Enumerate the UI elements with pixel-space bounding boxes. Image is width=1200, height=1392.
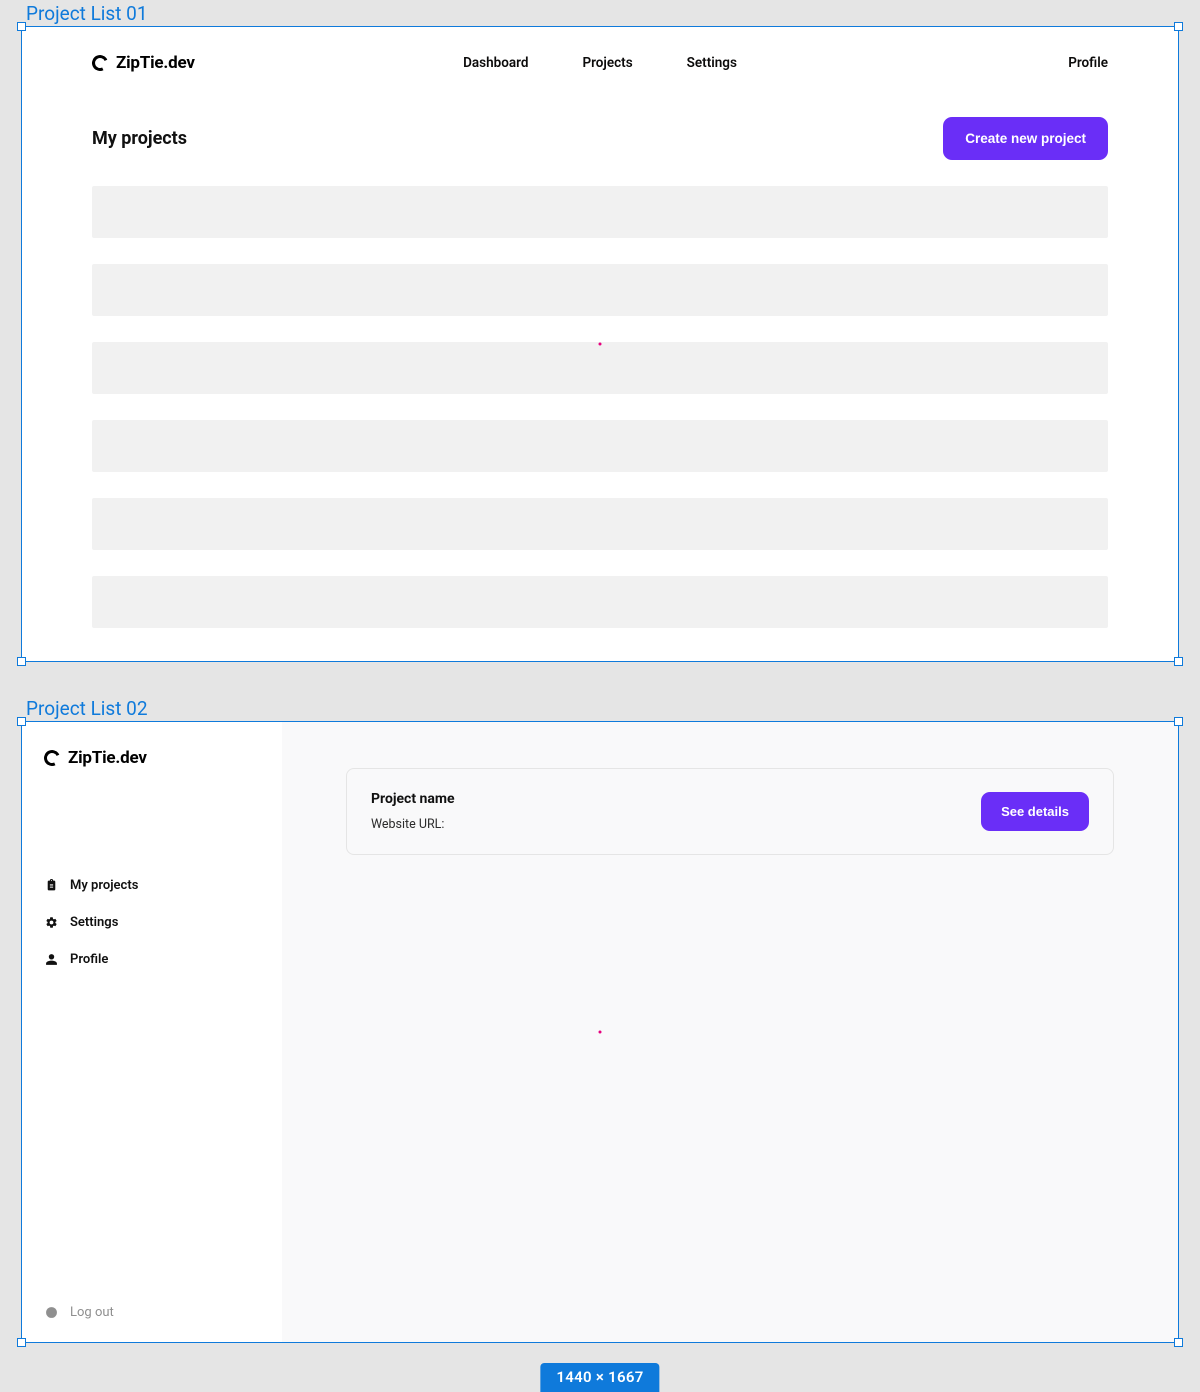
selection-handle-icon[interactable] xyxy=(17,717,26,726)
brand-logo[interactable]: ZipTie.dev xyxy=(44,748,260,768)
list-item xyxy=(92,264,1108,316)
sidebar-item-label: My projects xyxy=(70,878,138,893)
selection-handle-icon[interactable] xyxy=(1174,1338,1183,1347)
sidebar-item-profile[interactable]: Profile xyxy=(44,952,260,967)
brand-name: ZipTie.dev xyxy=(116,53,195,73)
main-content: Project name Website URL: See details xyxy=(282,722,1178,1342)
center-marker-icon xyxy=(599,1031,602,1034)
nav-profile[interactable]: Profile xyxy=(1068,55,1108,71)
artboard-label-2[interactable]: Project List 02 xyxy=(22,695,1200,722)
logout-label: Log out xyxy=(70,1305,114,1320)
list-item xyxy=(92,342,1108,394)
selection-handle-icon[interactable] xyxy=(1174,657,1183,666)
artboard-label-1[interactable]: Project List 01 xyxy=(22,0,1200,27)
logout-icon xyxy=(44,1306,58,1319)
top-nav: ZipTie.dev Dashboard Projects Settings P… xyxy=(92,53,1108,73)
list-item xyxy=(92,498,1108,550)
selection-handle-icon[interactable] xyxy=(1174,22,1183,31)
selection-handle-icon[interactable] xyxy=(1174,717,1183,726)
brand-logo[interactable]: ZipTie.dev xyxy=(92,53,195,73)
create-project-button[interactable]: Create new project xyxy=(943,117,1108,160)
list-item xyxy=(92,186,1108,238)
clipboard-icon xyxy=(44,879,58,892)
sidebar-logout[interactable]: Log out xyxy=(44,1305,260,1320)
artboard-project-list-02[interactable]: ZipTie.dev My projects Settings Profile xyxy=(22,722,1178,1342)
artboard-project-list-01[interactable]: ZipTie.dev Dashboard Projects Settings P… xyxy=(22,27,1178,661)
sidebar-nav: My projects Settings Profile xyxy=(44,878,260,1305)
person-icon xyxy=(44,953,58,966)
page-title: My projects xyxy=(92,128,187,149)
gear-icon xyxy=(44,916,58,929)
sidebar-item-settings[interactable]: Settings xyxy=(44,915,260,930)
sidebar-item-my-projects[interactable]: My projects xyxy=(44,878,260,893)
nav-settings[interactable]: Settings xyxy=(687,55,737,71)
selection-handle-icon[interactable] xyxy=(17,1338,26,1347)
logo-ring-icon xyxy=(42,748,63,769)
nav-center: Dashboard Projects Settings xyxy=(463,55,737,71)
project-name-label: Project name xyxy=(371,791,455,807)
project-card: Project name Website URL: See details xyxy=(346,768,1114,855)
nav-dashboard[interactable]: Dashboard xyxy=(463,55,528,71)
project-placeholder-list xyxy=(92,186,1108,628)
sidebar-item-label: Settings xyxy=(70,915,118,930)
project-url-label: Website URL: xyxy=(371,817,455,832)
center-marker-icon xyxy=(599,343,602,346)
sidebar: ZipTie.dev My projects Settings Profile xyxy=(22,722,282,1342)
see-details-button[interactable]: See details xyxy=(981,792,1089,831)
sidebar-item-label: Profile xyxy=(70,952,108,967)
brand-name: ZipTie.dev xyxy=(68,748,147,768)
list-item xyxy=(92,576,1108,628)
selection-handle-icon[interactable] xyxy=(17,657,26,666)
logo-ring-icon xyxy=(90,53,111,74)
dimensions-badge: 1440 × 1667 xyxy=(540,1363,659,1392)
list-item xyxy=(92,420,1108,472)
nav-projects[interactable]: Projects xyxy=(582,55,632,71)
selection-handle-icon[interactable] xyxy=(17,22,26,31)
